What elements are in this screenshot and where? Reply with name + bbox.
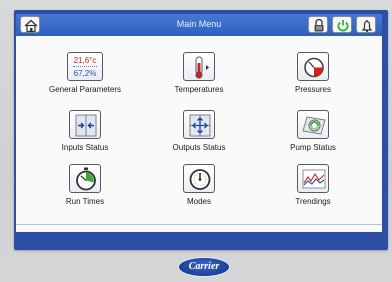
tile-label: Run Times: [65, 197, 105, 206]
start-stop-button[interactable]: [332, 16, 352, 33]
tile-label: Modes: [186, 197, 211, 206]
dial-icon: [183, 164, 215, 193]
tile-pump-status[interactable]: Pump Status: [258, 110, 368, 164]
login-button[interactable]: [308, 16, 328, 33]
tile-inputs-status[interactable]: Inputs Status: [30, 110, 140, 164]
tile-run-times[interactable]: Run Times: [30, 164, 140, 218]
tile-general-parameters[interactable]: 21,6°c 67,2% General Parameters: [30, 52, 140, 106]
lock-icon: [314, 18, 324, 32]
trend-chart-icon: [297, 164, 329, 193]
carrier-logo: Carrier: [178, 257, 230, 277]
temperature-value: 21,6°c: [73, 56, 97, 65]
tile-modes[interactable]: Modes: [144, 164, 254, 218]
pump-icon: [297, 110, 329, 139]
tile-label: Pressures: [294, 85, 331, 94]
status-divider: [16, 224, 382, 225]
general-parameters-icon: 21,6°c 67,2%: [67, 52, 103, 81]
tile-label: Trendings: [295, 197, 331, 206]
tile-label: Temperatures: [174, 85, 224, 94]
power-icon: [337, 20, 349, 32]
pressure-gauge-icon: [297, 52, 329, 81]
tile-label: Pump Status: [290, 143, 336, 152]
tile-label: Outputs Status: [172, 143, 226, 152]
tile-temperatures[interactable]: Temperatures: [144, 52, 254, 106]
percent-value: 67,2%: [73, 69, 97, 78]
tile-label: General Parameters: [48, 85, 122, 94]
bell-icon: [361, 20, 373, 33]
controller-device: Main Menu 21,6°c 67,2% General Parameter…: [0, 0, 392, 282]
outputs-status-icon: [183, 110, 215, 139]
thermometer-icon: [183, 52, 215, 81]
header-bar: Main Menu: [16, 14, 382, 36]
touch-screen: Main Menu 21,6°c 67,2% General Parameter…: [16, 14, 382, 232]
tile-label: Inputs Status: [61, 143, 109, 152]
inputs-status-icon: [69, 110, 101, 139]
tile-trendings[interactable]: Trendings: [258, 164, 368, 218]
stopwatch-icon: [69, 164, 101, 193]
tile-pressures[interactable]: Pressures: [258, 52, 368, 106]
tile-outputs-status[interactable]: Outputs Status: [144, 110, 254, 164]
alarm-button[interactable]: [356, 16, 376, 33]
